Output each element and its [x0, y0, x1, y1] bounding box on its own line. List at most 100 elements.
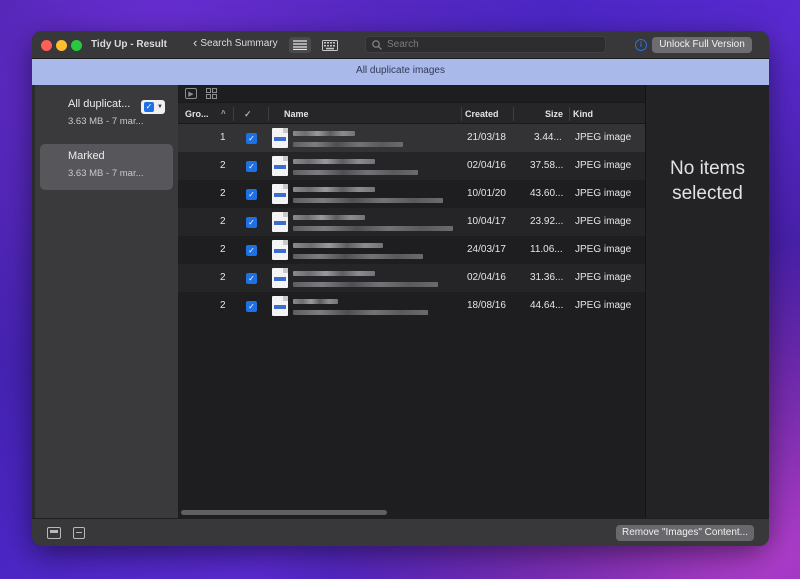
row-checkbox[interactable]: ✓: [246, 301, 257, 312]
sidebar: All duplicat... 3.63 MB - 7 mar... ✓ ▼ M…: [35, 85, 178, 518]
redacted-filename: [293, 299, 338, 304]
keyboard-view-button[interactable]: [319, 37, 341, 53]
jpeg-file-icon: [272, 240, 288, 260]
table-row[interactable]: 2 ✓ 10/04/17 23.92... JPEG image: [178, 208, 645, 236]
kind-cell: JPEG image: [575, 216, 632, 227]
column-header-name[interactable]: Name: [284, 103, 309, 125]
jpeg-file-icon: [272, 128, 288, 148]
table-row[interactable]: 2 ✓ 02/04/16 37.58... JPEG image: [178, 152, 645, 180]
created-cell: 24/03/17: [467, 244, 506, 255]
group-cell: 2: [220, 188, 226, 199]
jpeg-file-icon: [272, 268, 288, 288]
jpeg-file-icon: [272, 212, 288, 232]
redacted-path: [293, 282, 438, 287]
bottom-toolbar: Remove "Images" Content...: [32, 518, 769, 546]
search-input[interactable]: [387, 39, 587, 50]
table-row[interactable]: 2 ✓ 02/04/16 31.36... JPEG image: [178, 264, 645, 292]
table-row[interactable]: 1 ✓ 21/03/18 3.44... JPEG image: [178, 124, 645, 152]
back-button[interactable]: ‹ Search Summary: [193, 35, 278, 50]
redacted-path: [293, 170, 418, 175]
created-cell: 02/04/16: [467, 272, 506, 283]
detail-pane: No items selected: [645, 85, 769, 518]
play-icon: ▶: [188, 90, 194, 98]
row-checkbox[interactable]: ✓: [246, 133, 257, 144]
list-icon: [293, 40, 307, 50]
group-cell: 2: [220, 272, 226, 283]
redacted-filename: [293, 243, 383, 248]
remove-item-icon[interactable]: [73, 527, 85, 539]
size-cell: 43.60...: [530, 188, 564, 199]
size-cell: 23.92...: [530, 216, 564, 227]
kind-cell: JPEG image: [575, 132, 632, 143]
created-cell: 18/08/16: [467, 300, 506, 311]
minimize-window-button[interactable]: [56, 40, 67, 51]
redacted-filename: [293, 215, 365, 220]
redacted-path: [293, 142, 403, 147]
created-cell: 21/03/18: [467, 132, 506, 143]
size-cell: 31.36...: [530, 272, 564, 283]
sidebar-item-all-duplicates[interactable]: All duplicat... 3.63 MB - 7 mar... ✓ ▼: [40, 92, 173, 138]
row-checkbox[interactable]: ✓: [246, 161, 257, 172]
empty-message-line-1: No items: [670, 158, 745, 179]
size-cell: 44.64...: [530, 300, 564, 311]
app-window: Tidy Up - Result ‹ Search Summary i Unlo…: [32, 31, 769, 546]
view-toolbar: ▶: [178, 85, 645, 102]
kind-cell: JPEG image: [575, 272, 632, 283]
size-cell: 3.44...: [534, 132, 562, 143]
jpeg-file-icon: [272, 296, 288, 316]
unlock-full-version-button[interactable]: Unlock Full Version: [652, 37, 752, 53]
zoom-window-button[interactable]: [71, 40, 82, 51]
redacted-path: [293, 226, 453, 231]
column-header-kind[interactable]: Kind: [573, 103, 593, 125]
titlebar: Tidy Up - Result ‹ Search Summary i Unlo…: [32, 31, 769, 59]
group-cell: 2: [220, 160, 226, 171]
select-all-dropdown[interactable]: ✓ ▼: [141, 100, 165, 114]
row-checkbox[interactable]: ✓: [246, 217, 257, 228]
table-row[interactable]: 2 ✓ 24/03/17 11.06... JPEG image: [178, 236, 645, 264]
redacted-filename: [293, 187, 375, 192]
sidebar-item-marked[interactable]: Marked 3.63 MB - 7 mar...: [40, 144, 173, 190]
kind-cell: JPEG image: [575, 160, 632, 171]
horizontal-scrollbar[interactable]: [181, 510, 387, 515]
column-header-created[interactable]: Created: [465, 103, 499, 125]
redacted-path: [293, 198, 443, 203]
created-cell: 10/04/17: [467, 216, 506, 227]
remove-content-button[interactable]: Remove "Images" Content...: [616, 525, 754, 541]
list-view-button[interactable]: [289, 37, 311, 53]
table-header: Gro... ^ ✓ Name Created Size Kind: [178, 102, 645, 124]
row-checkbox[interactable]: ✓: [246, 189, 257, 200]
table-body: 1 ✓ 21/03/18 3.44... JPEG image 2 ✓ 02/0…: [178, 124, 645, 320]
table-row[interactable]: 2 ✓ 18/08/16 44.64... JPEG image: [178, 292, 645, 320]
chevron-left-icon: ‹: [193, 35, 198, 50]
grid-view-button[interactable]: [206, 88, 218, 99]
checkbox-checked-icon: ✓: [144, 102, 154, 112]
group-cell: 2: [220, 300, 226, 311]
archive-icon[interactable]: [47, 527, 61, 539]
row-checkbox[interactable]: ✓: [246, 273, 257, 284]
table-row[interactable]: 2 ✓ 10/01/20 43.60... JPEG image: [178, 180, 645, 208]
info-icon[interactable]: i: [635, 39, 647, 51]
column-header-group[interactable]: Gro...: [185, 103, 209, 125]
kind-cell: JPEG image: [575, 300, 632, 311]
kind-cell: JPEG image: [575, 188, 632, 199]
row-checkbox[interactable]: ✓: [246, 245, 257, 256]
sort-ascending-icon[interactable]: ^: [221, 103, 226, 125]
redacted-filename: [293, 271, 375, 276]
column-header-checked[interactable]: ✓: [244, 103, 252, 125]
group-cell: 2: [220, 244, 226, 255]
kind-cell: JPEG image: [575, 244, 632, 255]
redacted-filename: [293, 159, 375, 164]
search-field[interactable]: [365, 36, 606, 53]
play-preview-button[interactable]: ▶: [185, 88, 197, 99]
size-cell: 37.58...: [530, 160, 564, 171]
close-window-button[interactable]: [41, 40, 52, 51]
created-cell: 10/01/20: [467, 188, 506, 199]
window-title: Tidy Up - Result: [91, 39, 167, 50]
redacted-path: [293, 310, 428, 315]
column-header-size[interactable]: Size: [545, 103, 563, 125]
redacted-filename: [293, 131, 355, 136]
created-cell: 02/04/16: [467, 160, 506, 171]
back-button-label: Search Summary: [200, 37, 278, 49]
search-icon: [372, 39, 382, 50]
size-cell: 11.06...: [530, 244, 563, 255]
